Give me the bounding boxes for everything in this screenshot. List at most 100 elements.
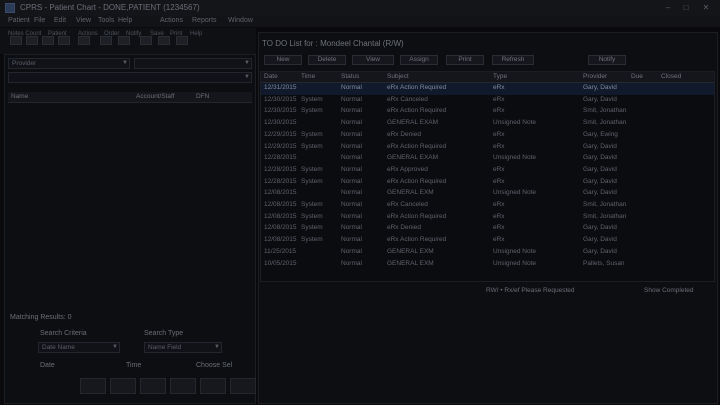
chevron-down-icon[interactable]: ▼ bbox=[244, 59, 250, 68]
info-icon[interactable] bbox=[158, 36, 170, 45]
cell-provider: Gary, David bbox=[583, 154, 617, 162]
table-row[interactable]: 12/30/2015 Normal GENERAL EXAM Unsigned Not… bbox=[261, 118, 714, 130]
table-row[interactable]: 12/31/2015 Normal eRx Action Required eRx Ga… bbox=[261, 83, 714, 95]
todo-list-title: TO DO List for : Mondeel Chantal (R/W) bbox=[262, 39, 404, 48]
open-icon[interactable] bbox=[26, 36, 38, 45]
cell-time: System bbox=[301, 130, 323, 138]
matching-results: Matching Results: 0 bbox=[10, 314, 72, 321]
cell-subject: GENERAL EXM bbox=[387, 247, 434, 255]
menu-view[interactable]: View bbox=[76, 17, 91, 24]
table-row[interactable]: 11/25/2015 Normal GENERAL EXM Unsigned Note… bbox=[261, 247, 714, 259]
menu-window[interactable]: Window bbox=[228, 17, 253, 24]
column-header-due[interactable]: Due bbox=[631, 73, 643, 80]
table-row[interactable]: 12/28/2015 System Normal eRx Action Require… bbox=[261, 177, 714, 189]
menu-tools[interactable]: Tools bbox=[98, 17, 114, 24]
last-button[interactable] bbox=[200, 378, 226, 394]
table-row[interactable]: 10/05/2015 Normal GENERAL EXM Unsigned Note… bbox=[261, 259, 714, 271]
table-row[interactable]: 12/08/2015 System Normal eRx Canceled eRx Smi… bbox=[261, 200, 714, 212]
table-row[interactable]: 12/08/2015 Normal GENERAL EXM Unsigned Note… bbox=[261, 188, 714, 200]
view-button[interactable]: View bbox=[352, 55, 394, 65]
table-row[interactable]: 12/28/2015 System Normal eRx Approved eRx Gar… bbox=[261, 165, 714, 177]
cell-provider: Pallets, Susan bbox=[583, 259, 625, 267]
new-icon[interactable] bbox=[10, 36, 22, 45]
notify-button[interactable]: Notify bbox=[588, 55, 626, 65]
menu-patient[interactable]: Patient bbox=[8, 17, 30, 24]
print-button[interactable]: Print bbox=[446, 55, 484, 65]
menu-help[interactable]: Help bbox=[118, 17, 132, 24]
cell-date: 12/08/2015 bbox=[264, 212, 297, 220]
cell-date: 12/30/2015 bbox=[264, 107, 297, 115]
column-header[interactable]: Name bbox=[11, 93, 28, 100]
search-type-value: Name Field bbox=[148, 344, 182, 351]
assign-button[interactable]: Assign bbox=[400, 55, 438, 65]
chevron-down-icon[interactable]: ▼ bbox=[122, 59, 128, 68]
location-combo[interactable]: ▼ bbox=[134, 58, 252, 69]
provider-combo[interactable]: Provider ▼ bbox=[8, 58, 130, 69]
patient-list-header: Name Account/Staff DFN bbox=[8, 92, 252, 103]
column-header[interactable]: DFN bbox=[196, 93, 209, 100]
search-icon[interactable] bbox=[140, 36, 152, 45]
chevron-down-icon[interactable]: ▼ bbox=[244, 73, 250, 82]
column-header-status[interactable]: Status bbox=[341, 73, 359, 80]
search-criteria-combo[interactable]: Date Name ▼ bbox=[38, 342, 120, 353]
cell-status: Normal bbox=[341, 236, 362, 244]
column-header-type[interactable]: Type bbox=[493, 73, 507, 80]
table-row[interactable]: 12/30/2015 System Normal eRx Canceled eRx Gar… bbox=[261, 95, 714, 107]
next-button[interactable] bbox=[170, 378, 196, 394]
column-header-subject[interactable]: Subject bbox=[387, 73, 409, 80]
table-row[interactable]: 12/29/2015 System Normal eRx Denied eRx Gary,… bbox=[261, 130, 714, 142]
table-row[interactable]: 12/30/2015 System Normal eRx Action Require… bbox=[261, 106, 714, 118]
print-icon[interactable] bbox=[58, 36, 70, 45]
cell-type: eRx bbox=[493, 84, 505, 91]
menu-edit[interactable]: Edit bbox=[54, 17, 66, 24]
column-header-closed[interactable]: Closed bbox=[661, 73, 681, 80]
first-button[interactable] bbox=[80, 378, 106, 394]
cell-type: Unsigned Note bbox=[493, 189, 536, 197]
refresh-button[interactable]: Refresh bbox=[492, 55, 534, 65]
table-row[interactable]: 12/28/2015 Normal GENERAL EXAM Unsigned Not… bbox=[261, 153, 714, 165]
close-button[interactable] bbox=[230, 378, 256, 394]
select-button[interactable] bbox=[140, 378, 166, 394]
maximize-icon[interactable]: □ bbox=[678, 2, 694, 13]
close-icon[interactable]: ✕ bbox=[698, 2, 714, 13]
table-row[interactable]: 12/29/2015 System Normal eRx Action Require… bbox=[261, 142, 714, 154]
tools-icon[interactable] bbox=[118, 36, 130, 45]
show-completed-checkbox[interactable]: Show Completed bbox=[644, 287, 694, 294]
column-header-provider[interactable]: Provider bbox=[583, 73, 607, 80]
minimize-icon[interactable]: – bbox=[660, 2, 676, 13]
save-icon[interactable] bbox=[42, 36, 54, 45]
menu-file[interactable]: File bbox=[34, 17, 45, 24]
menu-actions[interactable]: Actions bbox=[160, 17, 183, 24]
title-bar: CPRS - Patient Chart - DONE,PATIENT (123… bbox=[0, 0, 720, 17]
chevron-down-icon[interactable]: ▼ bbox=[214, 343, 220, 352]
cell-subject: eRx Denied bbox=[387, 130, 421, 138]
patient-list[interactable] bbox=[8, 103, 252, 308]
cell-provider: Smit, Jonathan bbox=[583, 201, 627, 208]
cell-date: 11/25/2015 bbox=[264, 247, 297, 255]
column-header[interactable]: Account/Staff bbox=[136, 93, 175, 100]
lock-icon[interactable] bbox=[100, 36, 112, 45]
delete-button[interactable]: Delete bbox=[308, 55, 346, 65]
cell-subject: eRx Canceled bbox=[387, 201, 428, 208]
menu-bar: Patient File Edit View Tools Help Action… bbox=[0, 16, 720, 27]
patient-search-input[interactable]: ▼ bbox=[8, 72, 252, 83]
refresh-icon[interactable] bbox=[78, 36, 90, 45]
column-header-time[interactable]: Time bbox=[301, 73, 315, 80]
alert-icon[interactable] bbox=[176, 36, 188, 45]
new-button[interactable]: New bbox=[264, 55, 302, 65]
table-row[interactable]: 12/08/2015 System Normal eRx Denied eRx Gary,… bbox=[261, 223, 714, 235]
chevron-down-icon[interactable]: ▼ bbox=[112, 343, 118, 352]
search-type-combo[interactable]: Name Field ▼ bbox=[144, 342, 222, 353]
cell-time: System bbox=[301, 142, 323, 150]
menu-reports[interactable]: Reports bbox=[192, 17, 217, 24]
table-row[interactable]: 12/08/2015 System Normal eRx Action Require… bbox=[261, 235, 714, 247]
cell-subject: eRx Action Required bbox=[387, 212, 447, 220]
cell-type: eRx bbox=[493, 224, 505, 232]
cell-date: 12/08/2015 bbox=[264, 189, 297, 197]
cell-type: eRx bbox=[493, 212, 505, 220]
prev-button[interactable] bbox=[110, 378, 136, 394]
column-header-date[interactable]: Date bbox=[264, 73, 278, 80]
cell-status: Normal bbox=[341, 95, 362, 103]
cell-status: Normal bbox=[341, 189, 362, 197]
table-row[interactable]: 12/08/2015 System Normal eRx Action Require… bbox=[261, 212, 714, 224]
